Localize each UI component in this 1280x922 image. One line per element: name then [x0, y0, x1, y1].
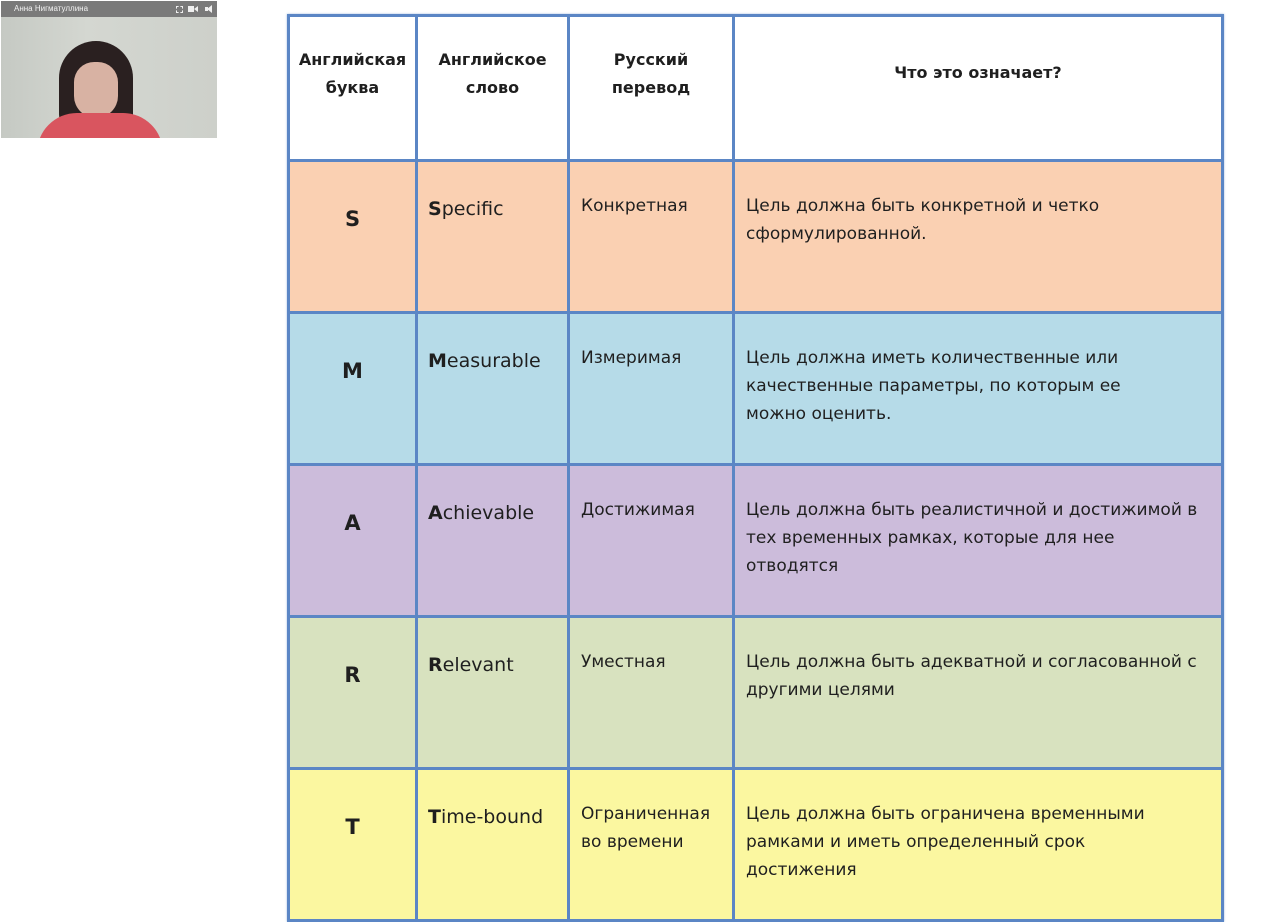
word-cell: Achievable	[415, 463, 570, 618]
word-initial: R	[428, 654, 443, 676]
webcam-header: Анна Нигматуллина	[1, 1, 217, 17]
table-row: R Relevant Уместная Цель должна быть аде…	[287, 615, 1224, 770]
word-rest: ime-bound	[440, 806, 544, 828]
word-rest: pecific	[441, 198, 504, 220]
table-row: A Achievable Достижимая Цель должна быть…	[287, 463, 1224, 618]
word-cell: Time-bound	[415, 767, 570, 922]
meaning-cell: Цель должна быть реалистичной и достижим…	[732, 463, 1224, 618]
header-meaning: Что это означает?	[732, 14, 1224, 162]
word-rest: easurable	[446, 350, 541, 372]
translation-cell: Ограниченная во времени	[567, 767, 735, 922]
webcam-widget[interactable]: Анна Нигматуллина	[1, 1, 217, 138]
meaning-cell: Цель должна быть ограничена временными р…	[732, 767, 1224, 922]
header-word: Английское слово	[415, 14, 570, 162]
translation-cell: Достижимая	[567, 463, 735, 618]
webcam-video	[1, 17, 217, 138]
presenter-name: Анна Нигматуллина	[14, 4, 89, 13]
word-rest: chievable	[442, 502, 535, 524]
header-letter: Английская буква	[287, 14, 418, 162]
meaning-cell: Цель должна иметь количественные или кач…	[732, 311, 1224, 466]
word-cell: Relevant	[415, 615, 570, 770]
translation-cell: Уместная	[567, 615, 735, 770]
translation-cell: Измеримая	[567, 311, 735, 466]
letter-cell: S	[287, 159, 418, 314]
meaning-cell: Цель должна быть адекватной и согласован…	[732, 615, 1224, 770]
webcam-controls	[176, 1, 213, 17]
letter-cell: R	[287, 615, 418, 770]
word-rest: elevant	[442, 654, 514, 676]
table-row: S Specific Конкретная Цель должна быть к…	[287, 159, 1224, 314]
word-initial: T	[428, 806, 441, 828]
word-initial: A	[428, 502, 443, 524]
word-initial: M	[428, 350, 447, 372]
translation-cell: Конкретная	[567, 159, 735, 314]
word-cell: Measurable	[415, 311, 570, 466]
word-cell: Specific	[415, 159, 570, 314]
word-initial: S	[428, 198, 442, 220]
table-header-row: Английская буква Английское слово Русски…	[287, 14, 1224, 162]
header-ru: Русский перевод	[567, 14, 735, 162]
smart-table: Английская буква Английское слово Русски…	[287, 14, 1224, 922]
letter-cell: T	[287, 767, 418, 922]
table-row: T Time-bound Ограниченная во времени Цел…	[287, 767, 1224, 922]
meaning-cell: Цель должна быть конкретной и четко сфор…	[732, 159, 1224, 314]
letter-cell: A	[287, 463, 418, 618]
camera-icon[interactable]	[188, 5, 198, 13]
presenter-face	[74, 62, 118, 118]
table-row: M Measurable Измеримая Цель должна иметь…	[287, 311, 1224, 466]
letter-cell: M	[287, 311, 418, 466]
presenter-body	[37, 113, 163, 138]
volume-icon[interactable]	[203, 5, 213, 13]
fullscreen-icon[interactable]	[176, 5, 183, 13]
